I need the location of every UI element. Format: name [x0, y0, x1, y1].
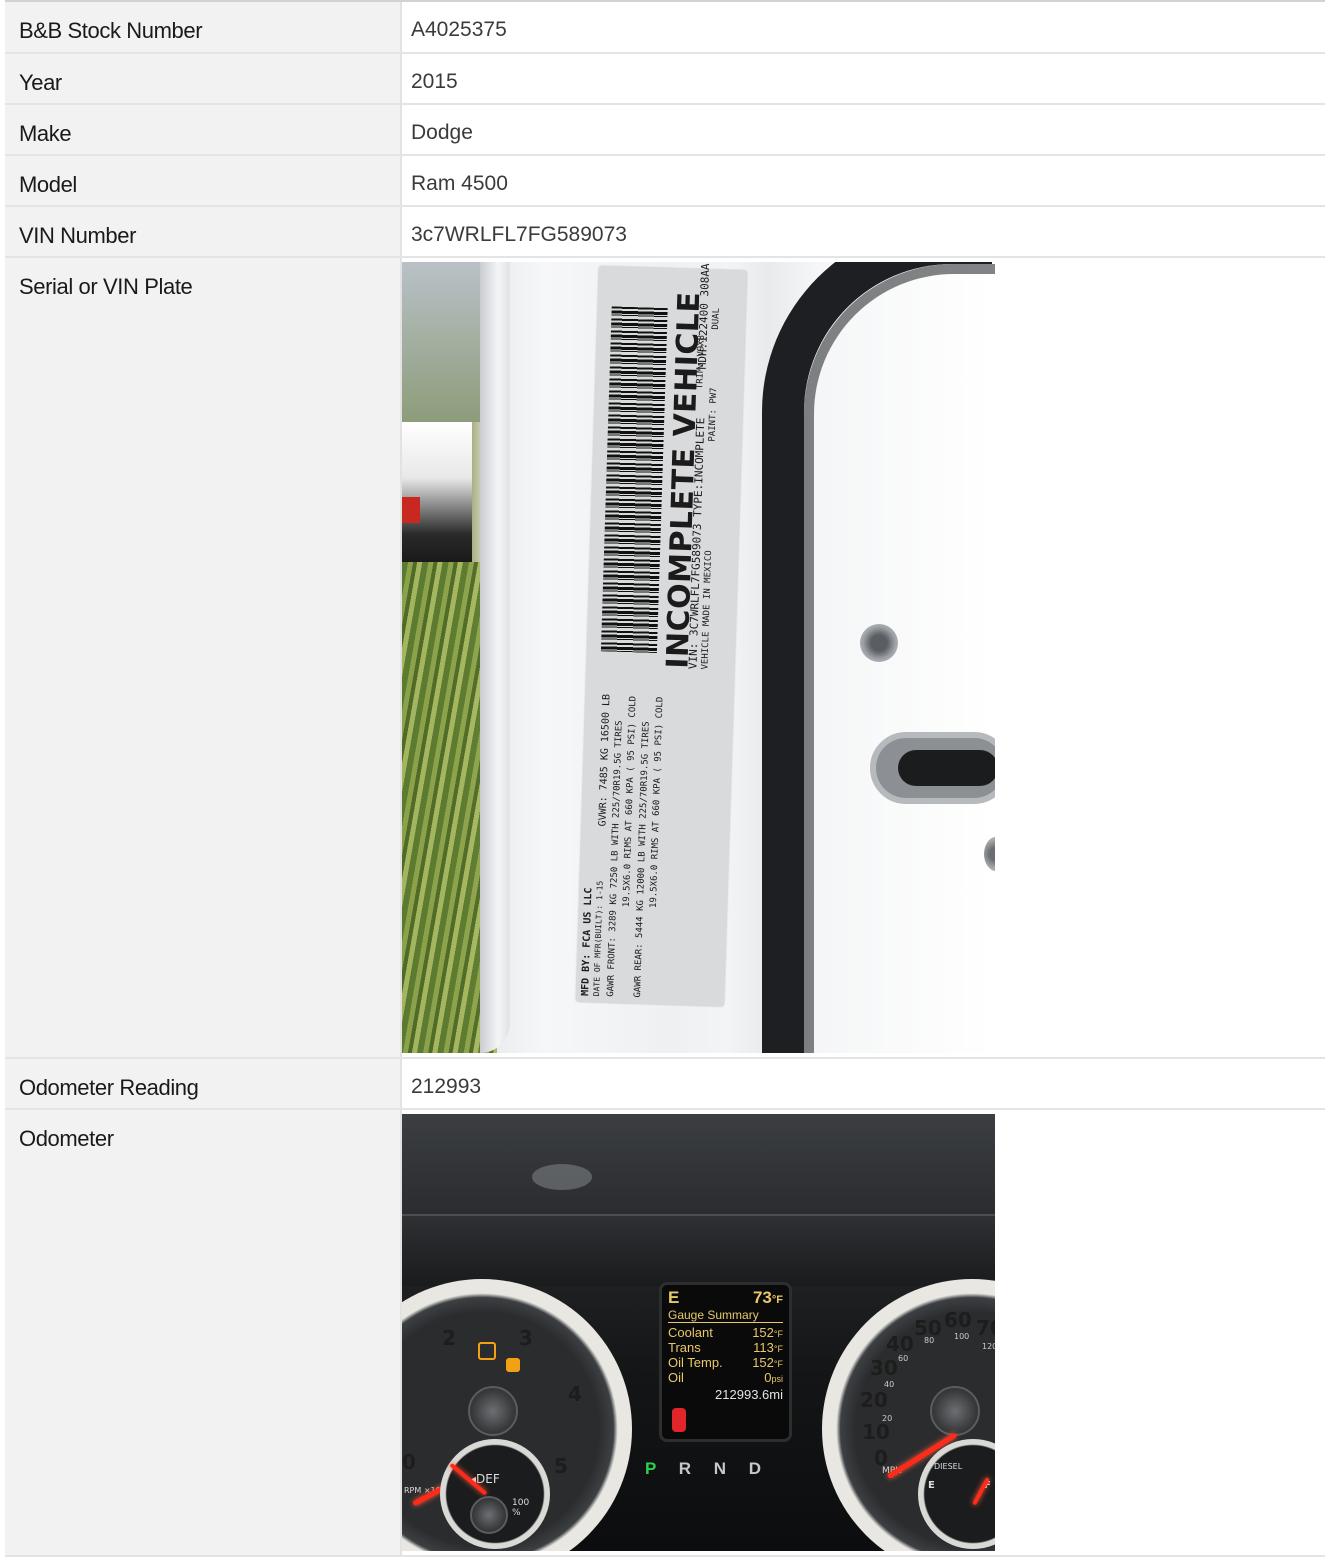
- speedo-number: 70: [976, 1316, 995, 1340]
- spec-label: Make: [5, 104, 402, 156]
- spec-value-vin-plate: INCOMPLETE VEHICLE VIN: 3C7WRLFL7FG58907…: [401, 257, 1325, 1059]
- sticker-mdh: MDH:122400 308AA: [695, 263, 713, 370]
- photo-door-latch: [870, 732, 995, 804]
- spec-label: VIN Number: [5, 206, 402, 258]
- photo-skid-steer-light: [402, 497, 420, 523]
- sticker-dual: DUAL: [711, 307, 722, 330]
- speedo-kmh-number: 60: [898, 1354, 909, 1363]
- photo-glare: [532, 1164, 592, 1190]
- display-reading-row: Coolant 152°F: [668, 1326, 783, 1341]
- spec-row-vin-plate: Serial or VIN Plate INCOMPLETE VEHICLE V…: [5, 257, 1325, 1059]
- display-reading-row: Oil Temp. 152°F: [668, 1356, 783, 1371]
- reading-name: Oil: [668, 1370, 684, 1385]
- door-ajar-icon: [672, 1408, 686, 1432]
- reading-number: 152: [752, 1355, 774, 1370]
- speedo-number: 20: [860, 1388, 888, 1412]
- spec-row-odometer: Odometer 2 3 4 5 0 RPM ×1000 ◂DEF 100 % …: [5, 1109, 1325, 1557]
- spec-row-odometer-reading: Odometer Reading 212993: [5, 1058, 1325, 1110]
- spec-value-odometer: 2 3 4 5 0 RPM ×1000 ◂DEF 100 % E 73°F Ga…: [401, 1109, 1325, 1557]
- gear-indicator: P R N D: [645, 1459, 795, 1479]
- reading-number: 113: [753, 1340, 774, 1355]
- spec-row-year: Year 2015: [5, 53, 1325, 105]
- display-reading-row: Trans 113°F: [668, 1341, 783, 1356]
- spec-label: Odometer Reading: [5, 1058, 402, 1110]
- reading-name: Trans: [668, 1340, 701, 1355]
- spec-label: Serial or VIN Plate: [5, 257, 402, 1059]
- tach-number: 2: [442, 1326, 456, 1350]
- reading-unit: °F: [773, 1359, 783, 1369]
- gear-positions: R N D: [678, 1459, 771, 1478]
- spec-value-year: 2015: [401, 53, 1325, 105]
- speedo-number: 30: [870, 1356, 898, 1380]
- vehicle-spec-table: B&B Stock Number A4025375 Year 2015 Make…: [5, 2, 1325, 1557]
- tach-hub: [468, 1386, 518, 1436]
- spec-row-model: Model Ram 4500: [5, 155, 1325, 207]
- vehicle-spec-sheet: B&B Stock Number A4025375 Year 2015 Make…: [5, 0, 1325, 1557]
- reading-name: Oil Temp.: [668, 1355, 723, 1370]
- photo-skid-steer: [402, 422, 472, 562]
- speedo-kmh-number: 100: [954, 1332, 970, 1341]
- spec-value-model: Ram 4500: [401, 155, 1325, 207]
- speedo-number: 10: [862, 1420, 890, 1444]
- vin-plate-photo[interactable]: INCOMPLETE VEHICLE VIN: 3C7WRLFL7FG58907…: [402, 262, 995, 1053]
- barcode: [600, 306, 668, 654]
- reading-unit: °F: [773, 1344, 783, 1354]
- reading-value: 0psi: [764, 1371, 783, 1386]
- sticker-paint: PAINT: PW7: [707, 387, 720, 442]
- odometer-mileage: 212993.6mi: [715, 1387, 783, 1402]
- reading-unit: °F: [773, 1329, 783, 1339]
- photo-door-seal-inner: [804, 264, 995, 1053]
- tach-number: 0: [402, 1450, 416, 1474]
- display-header: E 73°F: [668, 1289, 783, 1309]
- check-engine-icon: [478, 1342, 496, 1360]
- spec-label: Model: [5, 155, 402, 207]
- vin-sticker: INCOMPLETE VEHICLE VIN: 3C7WRLFL7FG58907…: [575, 263, 747, 1007]
- speedo-hub: [930, 1386, 980, 1436]
- fuel-empty-label: E: [928, 1480, 935, 1491]
- outside-temp-unit: °F: [771, 1294, 783, 1306]
- reading-number: 152: [752, 1325, 774, 1340]
- spec-value-stock-number: A4025375: [401, 2, 1325, 54]
- photo-sky: [402, 262, 482, 422]
- spec-label: Year: [5, 53, 402, 105]
- sticker-gvwr: GVWR: 7485 KG 16500 LB: [597, 693, 613, 827]
- display-indicator: E: [668, 1288, 680, 1307]
- photo-dash-hood: [402, 1214, 995, 1286]
- display-reading-row: Oil 0psi: [668, 1371, 783, 1386]
- photo-door-edge: [480, 262, 510, 1053]
- display-title: Gauge Summary: [668, 1309, 783, 1323]
- speedo-kmh-number: 80: [924, 1336, 935, 1345]
- speedo-kmh-number: 20: [882, 1414, 893, 1423]
- def-hub: [470, 1496, 508, 1534]
- gear-park: P: [645, 1459, 666, 1478]
- spec-row-make: Make Dodge: [5, 104, 1325, 156]
- reading-value: 113°F: [753, 1341, 783, 1356]
- spec-label: B&B Stock Number: [5, 2, 402, 54]
- speedo-number: 40: [886, 1332, 914, 1356]
- spec-row-vin: VIN Number 3c7WRLFL7FG589073: [5, 206, 1325, 258]
- speedo-kmh-number: 40: [884, 1380, 895, 1389]
- def-percent: 100 %: [512, 1498, 530, 1518]
- speedo-number: 60: [944, 1308, 972, 1332]
- photo-screw: [860, 624, 898, 662]
- reading-name: Coolant: [668, 1325, 713, 1340]
- outside-temperature: 73°F: [753, 1289, 783, 1309]
- fuel-diesel-label: DIESEL: [934, 1462, 963, 1471]
- reading-value: 152°F: [752, 1356, 783, 1371]
- spec-value-vin: 3c7WRLFL7FG589073: [401, 206, 1325, 258]
- outside-temp-value: 73: [752, 1288, 772, 1307]
- spec-label: Odometer: [5, 1109, 402, 1557]
- tach-number: 5: [554, 1454, 568, 1478]
- traction-control-icon: [506, 1358, 520, 1372]
- spec-row-stock-number: B&B Stock Number A4025375: [5, 2, 1325, 54]
- spec-value-odometer-reading: 212993: [401, 1058, 1325, 1110]
- tach-number: 4: [568, 1382, 582, 1406]
- odometer-photo[interactable]: 2 3 4 5 0 RPM ×1000 ◂DEF 100 % E 73°F Ga…: [402, 1114, 995, 1551]
- speedo-kmh-number: 120: [982, 1342, 995, 1351]
- tach-number: 3: [519, 1326, 533, 1350]
- spec-value-make: Dodge: [401, 104, 1325, 156]
- reading-unit: psi: [771, 1374, 783, 1384]
- reading-value: 152°F: [752, 1326, 783, 1341]
